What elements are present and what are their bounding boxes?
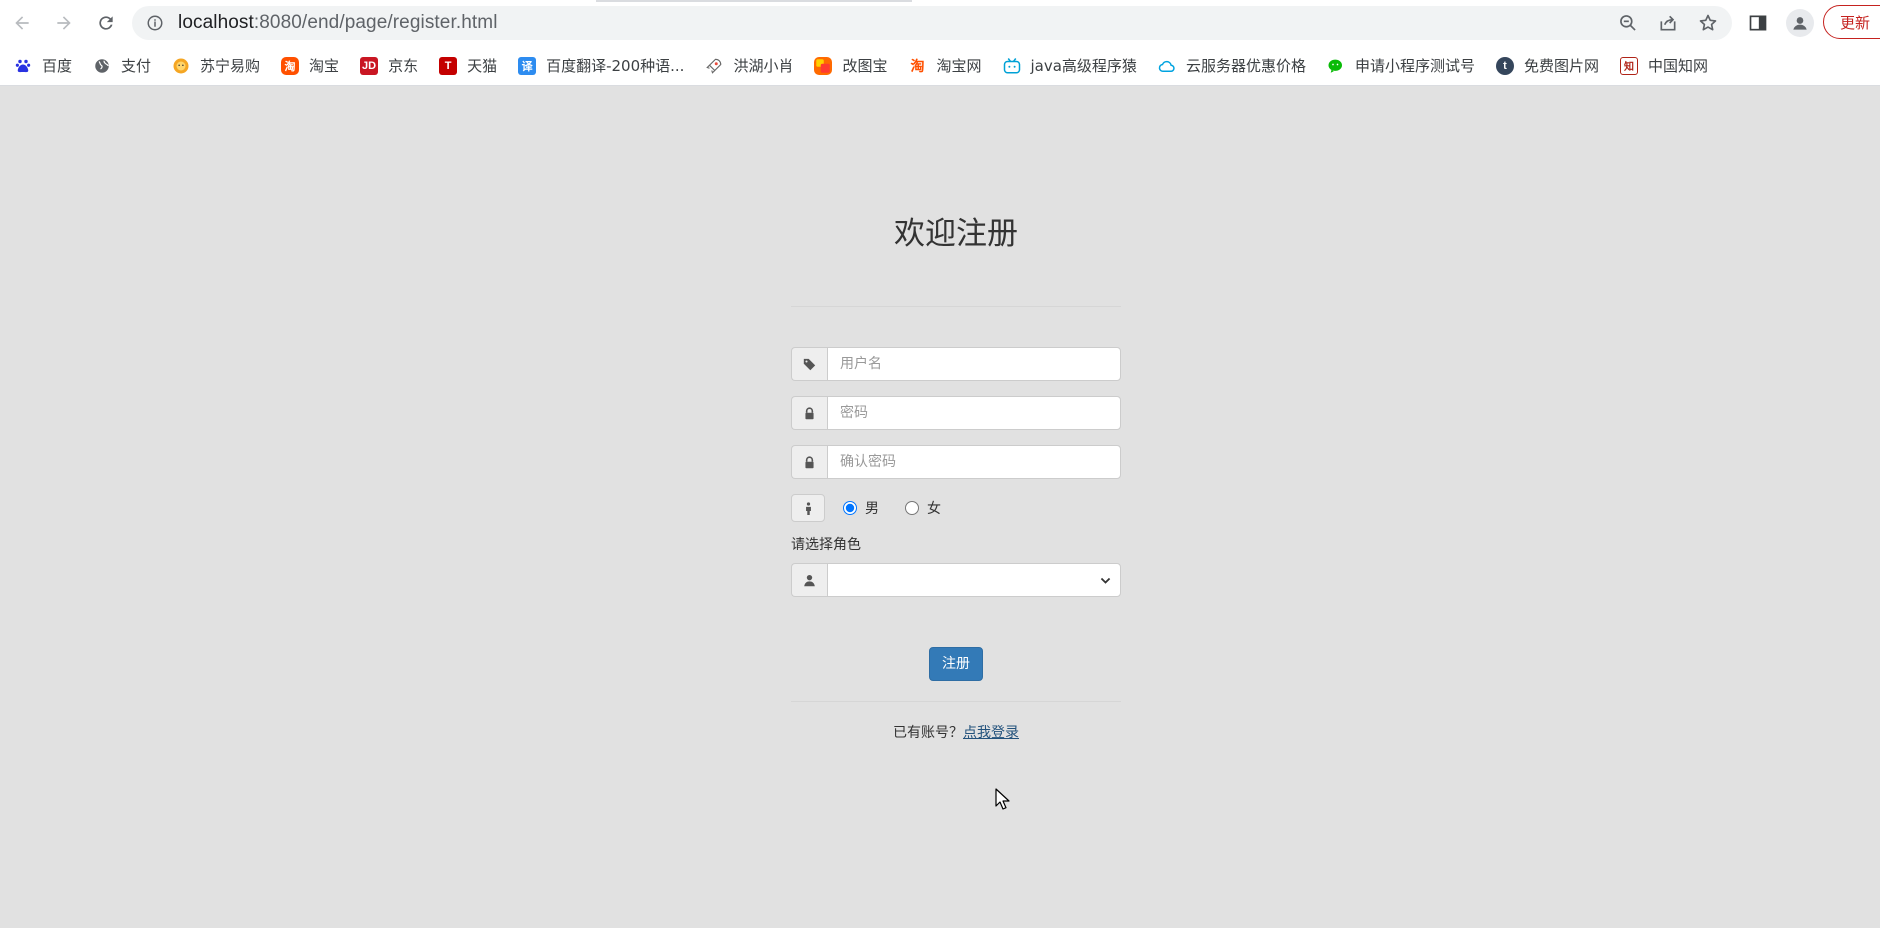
login-link[interactable]: 点我登录	[963, 725, 1019, 741]
reload-button[interactable]	[86, 3, 126, 43]
role-label: 请选择角色	[791, 537, 861, 553]
lock-icon	[791, 396, 827, 430]
user-icon	[791, 563, 827, 597]
tag-icon	[791, 347, 827, 381]
arrow-right-icon	[57, 16, 71, 30]
bookmark-label: 改图宝	[842, 57, 888, 75]
bookmark-label: 百度翻译-200种语...	[546, 57, 685, 75]
bookmark-label: 中国知网	[1647, 57, 1708, 75]
username-group	[791, 347, 1121, 381]
bookmark-star-icon[interactable]	[1694, 9, 1722, 37]
role-group	[791, 563, 1121, 597]
browser-toolbar: localhost:8080/end/page/register.html 更新	[0, 0, 1880, 46]
bookmark-taobao[interactable]: 淘 淘宝	[281, 55, 339, 76]
globe-icon	[93, 57, 111, 75]
gender-group: 男 女	[791, 494, 1121, 522]
bookmark-label: 天猫	[467, 57, 498, 75]
reload-icon	[99, 16, 113, 30]
confirm-password-group	[791, 445, 1121, 479]
bookmark-honghu[interactable]: 洪湖小肖	[705, 55, 793, 76]
rocket-icon	[705, 57, 723, 75]
gaitubao-icon	[814, 56, 833, 75]
taobao-icon: 淘	[910, 57, 925, 74]
bookmark-label: 洪湖小肖	[733, 57, 794, 75]
bookmark-label: 申请小程序测试号	[1354, 57, 1475, 75]
translate-icon: 译	[518, 56, 537, 75]
password-input[interactable]	[827, 396, 1121, 430]
tumblr-icon: t	[1495, 56, 1514, 75]
bookmark-label: 淘宝网	[936, 57, 982, 75]
cloud-icon	[1158, 57, 1176, 75]
back-button[interactable]	[2, 3, 42, 43]
page-content: 欢迎注册 男	[0, 86, 1880, 928]
gender-male-radio[interactable]	[843, 501, 857, 515]
bookmark-label: 百度	[42, 57, 73, 75]
bookmark-suning[interactable]: 苏宁易购	[172, 55, 260, 76]
tmall-icon: T	[439, 56, 458, 75]
role-select[interactable]	[827, 563, 1121, 597]
site-info-icon[interactable]	[146, 14, 164, 32]
suning-lion-icon	[172, 57, 190, 75]
url-host: localhost	[178, 12, 254, 33]
bookmark-cloud[interactable]: 云服务器优惠价格	[1158, 55, 1306, 76]
bookmark-label: 淘宝	[309, 57, 340, 75]
profile-avatar-icon[interactable]	[1786, 9, 1814, 37]
bookmark-taobao-net[interactable]: 淘 淘宝网	[908, 55, 981, 76]
bookmark-label: java高级程序猿	[1030, 57, 1137, 75]
mouse-cursor-icon	[995, 788, 1010, 810]
tab-strip-edge	[596, 0, 912, 2]
taobao-icon: 淘	[281, 56, 300, 75]
url-text[interactable]: localhost:8080/end/page/register.html	[178, 12, 498, 34]
bookmark-free-images[interactable]: t 免费图片网	[1495, 55, 1599, 76]
bookmark-label: 京东	[388, 57, 419, 75]
bookmark-label: 免费图片网	[1523, 57, 1599, 75]
share-icon[interactable]	[1654, 9, 1682, 37]
register-form: 欢迎注册 男	[791, 206, 1121, 742]
bookmark-gaitubao[interactable]: 改图宝	[814, 55, 887, 76]
username-input[interactable]	[827, 347, 1121, 381]
bookmark-label: 支付	[121, 57, 152, 75]
bookmark-label: 云服务器优惠价格	[1185, 57, 1306, 75]
divider	[791, 306, 1121, 307]
bookmark-jd[interactable]: JD 京东	[360, 55, 418, 76]
cnki-icon: 知	[1619, 56, 1638, 75]
register-button[interactable]: 注册	[929, 647, 983, 681]
confirm-password-input[interactable]	[827, 445, 1121, 479]
side-panel-icon[interactable]	[1746, 11, 1770, 35]
gender-male-label: 男	[865, 501, 879, 517]
gender-male-option[interactable]: 男	[843, 498, 879, 518]
forward-button[interactable]	[44, 3, 84, 43]
page-title: 欢迎注册	[894, 216, 1018, 252]
bookmark-cnki[interactable]: 知 中国知网	[1619, 55, 1708, 76]
update-button[interactable]: 更新	[1823, 5, 1880, 39]
wechat-icon	[1327, 57, 1345, 75]
bookmark-java[interactable]: java高级程序猿	[1003, 55, 1137, 76]
person-icon	[791, 494, 825, 522]
bookmark-pay[interactable]: 支付	[93, 55, 151, 76]
bookmark-baidu-translate[interactable]: 译 百度翻译-200种语...	[518, 55, 684, 76]
lock-icon	[791, 445, 827, 479]
address-bar[interactable]: localhost:8080/end/page/register.html	[132, 6, 1732, 40]
gender-female-option[interactable]: 女	[905, 498, 941, 518]
url-path: :8080/end/page/register.html	[253, 12, 498, 33]
bookmark-baidu[interactable]: 百度	[14, 55, 72, 76]
bookmarks-bar: 百度 支付 苏宁易购 淘 淘宝 JD 京东 T 天猫 译 百度翻译-200种语.…	[0, 46, 1880, 86]
gender-female-label: 女	[927, 501, 941, 517]
bookmark-tmall[interactable]: T 天猫	[439, 55, 497, 76]
login-prompt: 已有账号？点我登录	[791, 722, 1121, 742]
jd-icon: JD	[360, 56, 379, 75]
password-group	[791, 396, 1121, 430]
gender-female-radio[interactable]	[905, 501, 919, 515]
submit-row: 注册	[791, 647, 1121, 681]
bookmark-label: 苏宁易购	[200, 57, 261, 75]
baidu-paw-icon	[14, 57, 32, 75]
bookmark-miniprogram[interactable]: 申请小程序测试号	[1327, 55, 1475, 76]
chevron-down-icon	[1100, 577, 1111, 584]
zoom-icon[interactable]	[1614, 9, 1642, 37]
login-prompt-text: 已有账号？	[893, 725, 963, 741]
arrow-left-icon	[15, 16, 29, 30]
divider	[791, 701, 1121, 702]
bilibili-icon	[1003, 57, 1021, 75]
